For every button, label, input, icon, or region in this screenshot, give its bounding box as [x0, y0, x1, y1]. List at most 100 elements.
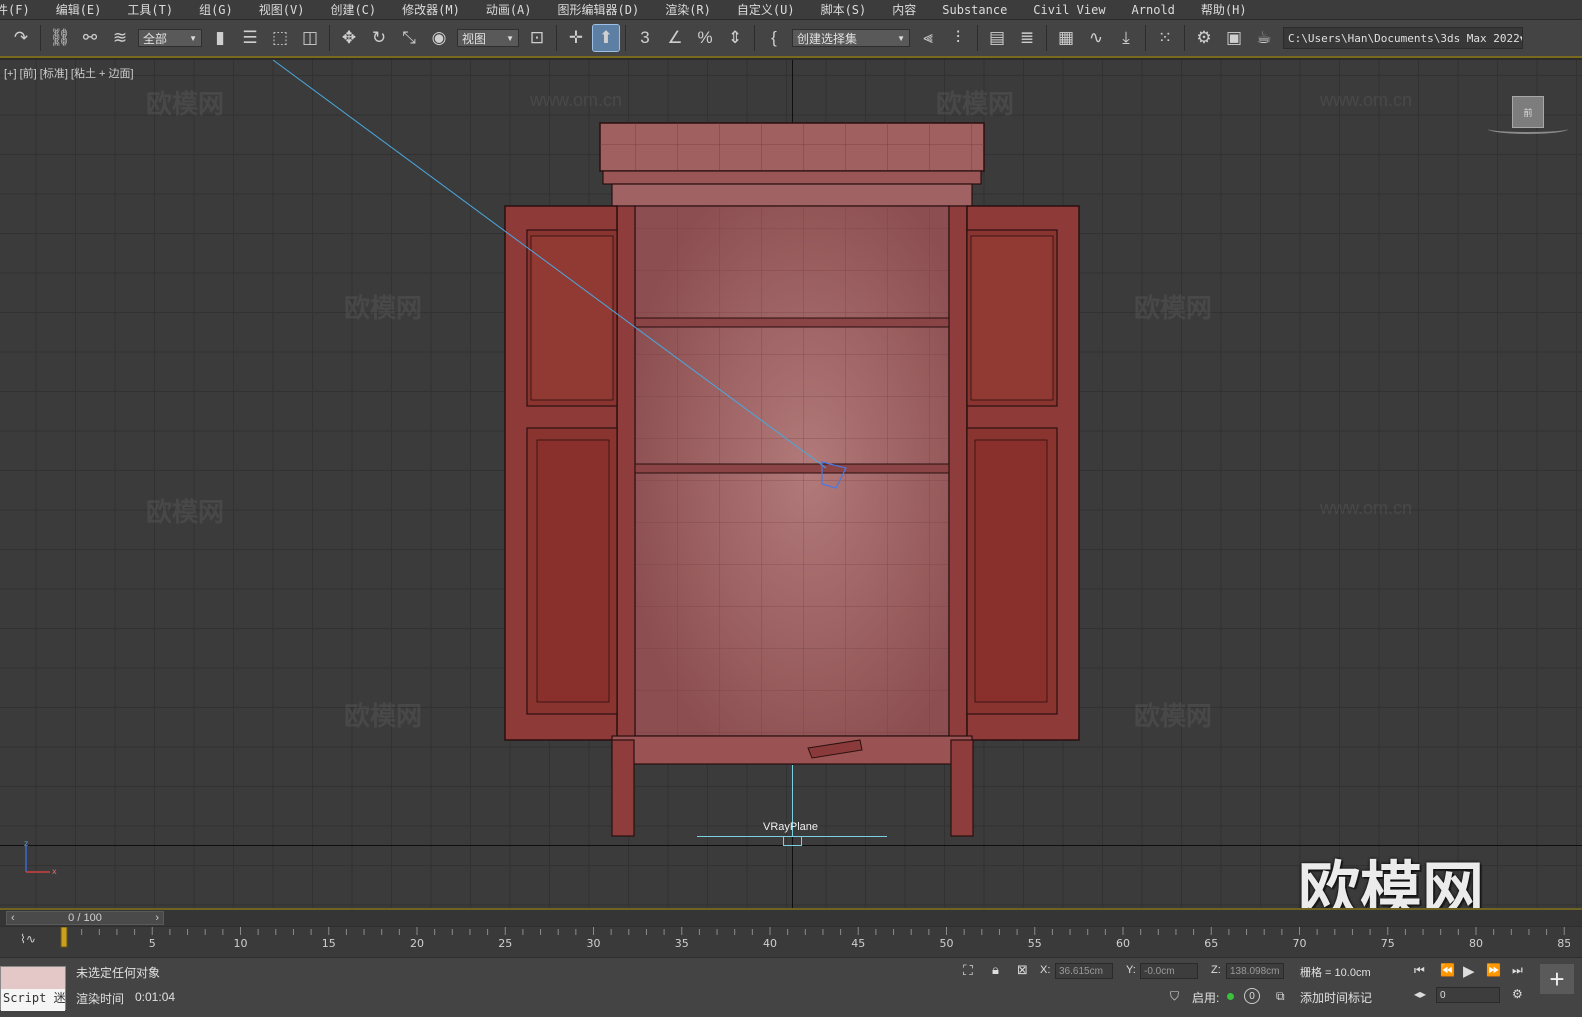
lock-selection-icon[interactable]: 🔒︎	[992, 962, 999, 978]
maxscript-listener[interactable]: Script 迷	[0, 966, 66, 1011]
key-mode-icon[interactable]: ◂▸	[1414, 987, 1426, 1001]
viewport-label[interactable]: [+] [前] [标准] [粘土 + 边面]	[4, 65, 134, 81]
y-coord-label: Y:	[1126, 964, 1136, 976]
add-time-tag[interactable]: 添加时间标记	[1300, 989, 1372, 1006]
door-left-lower-inset	[536, 439, 610, 703]
unlink-icon[interactable]: ⚯	[77, 25, 103, 51]
menu-civil-view[interactable]: Civil View	[1020, 3, 1118, 17]
door-left-lower-panel	[526, 427, 618, 715]
keyboard-shortcut-override-icon[interactable]: ⬆	[592, 24, 620, 52]
toolbar-separator	[556, 25, 557, 51]
window-crossing-icon[interactable]: ◫	[297, 25, 323, 51]
named-selection-dropdown[interactable]: 创建选择集 ▼	[792, 29, 910, 47]
menu-customize[interactable]: 自定义(U)	[724, 1, 808, 18]
mirror-icon[interactable]: ⫷	[915, 25, 941, 51]
menu-tools[interactable]: 工具(T)	[114, 1, 186, 18]
bind-spacewarp-icon[interactable]: ≋	[107, 25, 133, 51]
edit-named-selection-icon[interactable]: {	[761, 25, 787, 51]
place-icon[interactable]: ◉	[426, 25, 452, 51]
time-configuration-icon[interactable]: ⚙	[1512, 987, 1523, 1001]
timeline-tick-label: 55	[1028, 937, 1042, 950]
gizmo-x-label: x	[52, 867, 57, 876]
viewcube-ring[interactable]	[1488, 124, 1568, 134]
menu-graph-editors[interactable]: 图形编辑器(D)	[545, 1, 653, 18]
time-slider[interactable]: ‹ 0 / 100 ›	[0, 908, 1582, 926]
curve-editor-icon[interactable]: ∿	[1083, 25, 1109, 51]
menu-scripting[interactable]: 脚本(S)	[808, 1, 880, 18]
rendered-frame-window-icon[interactable]: ▣	[1221, 25, 1247, 51]
menu-animation[interactable]: 动画(A)	[473, 1, 545, 18]
x-coord-field[interactable]: 36.615cm	[1055, 963, 1113, 979]
time-tag-icon[interactable]: ⧉	[1276, 989, 1285, 1004]
select-by-name-icon[interactable]: ☰	[237, 25, 263, 51]
render-setup-icon[interactable]: ⚙	[1191, 25, 1217, 51]
curve-editor-mini-icon[interactable]: ⌇∿	[20, 932, 36, 946]
link-icon[interactable]: ⛓	[47, 25, 73, 51]
play-icon[interactable]: ▶	[1463, 962, 1475, 980]
menu-file[interactable]: 件(F)	[0, 1, 43, 18]
redo-icon[interactable]: ↷	[8, 25, 34, 51]
selection-filter-dropdown[interactable]: 全部 ▼	[138, 29, 202, 47]
menu-group[interactable]: 组(G)	[186, 1, 246, 18]
enable-count[interactable]: 0	[1244, 988, 1260, 1004]
move-icon[interactable]: ✥	[336, 25, 362, 51]
reference-coord-dropdown[interactable]: 视图 ▼	[457, 29, 519, 47]
previous-frame-icon[interactable]: ⏪	[1440, 963, 1455, 977]
track-ticks[interactable]: 5 10 15 20 25 30 35 40 45 50 55 60 65 70 75 80 85	[60, 927, 1570, 958]
cabinet-model[interactable]	[0, 60, 1582, 908]
angle-snap-icon[interactable]: ∠	[662, 25, 688, 51]
scene-explorer-icon[interactable]: ▤	[984, 25, 1010, 51]
track-bar[interactable]: ⌇∿ 5 10 15 20 25 30 35 40 45 50 55 60 65 70 75 80 85	[0, 926, 1582, 957]
maxscript-input[interactable]: Script 迷	[1, 989, 65, 1011]
time-slider-frame[interactable]: ‹ 0 / 100 ›	[6, 911, 164, 925]
pivot-center-icon[interactable]: ⊡	[524, 25, 550, 51]
maxscript-output[interactable]	[1, 967, 65, 989]
menu-modifiers[interactable]: 修改器(M)	[389, 1, 473, 18]
menu-edit[interactable]: 编辑(E)	[43, 1, 115, 18]
rectangular-selection-icon[interactable]: ⬚	[267, 25, 293, 51]
watermark-cn: 欧模网	[1134, 701, 1213, 731]
render-production-icon[interactable]: ☕	[1251, 25, 1277, 51]
status-dot-icon	[1227, 993, 1234, 1000]
current-frame-field[interactable]: 0	[1436, 987, 1500, 1003]
snaps-toggle-icon[interactable]: 3	[632, 25, 658, 51]
y-coord-field[interactable]: -0.0cm	[1140, 963, 1198, 979]
cabinet-leg-right	[950, 739, 974, 837]
scale-icon[interactable]: ⤡	[396, 25, 422, 51]
align-icon[interactable]: ⫶	[945, 25, 971, 51]
menu-substance[interactable]: Substance	[929, 3, 1020, 17]
absolute-mode-icon[interactable]: ⊠	[1017, 962, 1028, 978]
spinner-snap-icon[interactable]: ⇕	[722, 25, 748, 51]
ribbon-toggle-icon[interactable]: ▦	[1053, 25, 1079, 51]
isolate-selection-icon[interactable]: ⛶	[963, 962, 973, 979]
chevron-left-icon[interactable]: ‹	[11, 912, 15, 924]
menu-views[interactable]: 视图(V)	[246, 1, 318, 18]
timeline-tick-label: 15	[322, 937, 336, 950]
timeline-tick-label: 85	[1557, 937, 1570, 950]
next-frame-icon[interactable]: ⏩	[1486, 963, 1501, 977]
z-coord-field[interactable]: 138.098cm	[1226, 963, 1284, 979]
door-right-upper-inset	[970, 235, 1054, 401]
watermark-cn: 欧模网	[344, 701, 423, 731]
go-to-end-icon[interactable]: ⏭	[1512, 963, 1523, 978]
viewport-front[interactable]: [+] [前] [标准] [粘土 + 边面] 欧模网 www.om.cn 欧模网…	[0, 60, 1582, 908]
vray-plane-box[interactable]	[783, 836, 802, 846]
menu-create[interactable]: 创建(C)	[317, 1, 389, 18]
project-path-field[interactable]: C:\Users\Han\Documents\3ds Max 2022 ▼	[1283, 27, 1523, 49]
chevron-right-icon[interactable]: ›	[155, 912, 159, 924]
cabinet-post-right	[948, 205, 968, 741]
adaptive-degradation-icon[interactable]: ⛉	[1170, 989, 1179, 1004]
dope-sheet-icon[interactable]: ⤓	[1113, 25, 1139, 51]
add-viewport-icon[interactable]: +	[1540, 964, 1574, 994]
menu-help[interactable]: 帮助(H)	[1188, 1, 1260, 18]
select-manipulate-icon[interactable]: ✛	[563, 25, 589, 51]
menu-content[interactable]: 内容	[879, 1, 929, 18]
go-to-start-icon[interactable]: ⏮	[1414, 963, 1425, 978]
rotate-icon[interactable]: ↻	[366, 25, 392, 51]
select-object-icon[interactable]: ▮	[207, 25, 233, 51]
schematic-view-icon[interactable]: ⁙	[1152, 25, 1178, 51]
layer-explorer-icon[interactable]: ≣	[1014, 25, 1040, 51]
menu-arnold[interactable]: Arnold	[1119, 3, 1188, 17]
percent-snap-icon[interactable]: %	[692, 25, 718, 51]
menu-rendering[interactable]: 渲染(R)	[652, 1, 724, 18]
